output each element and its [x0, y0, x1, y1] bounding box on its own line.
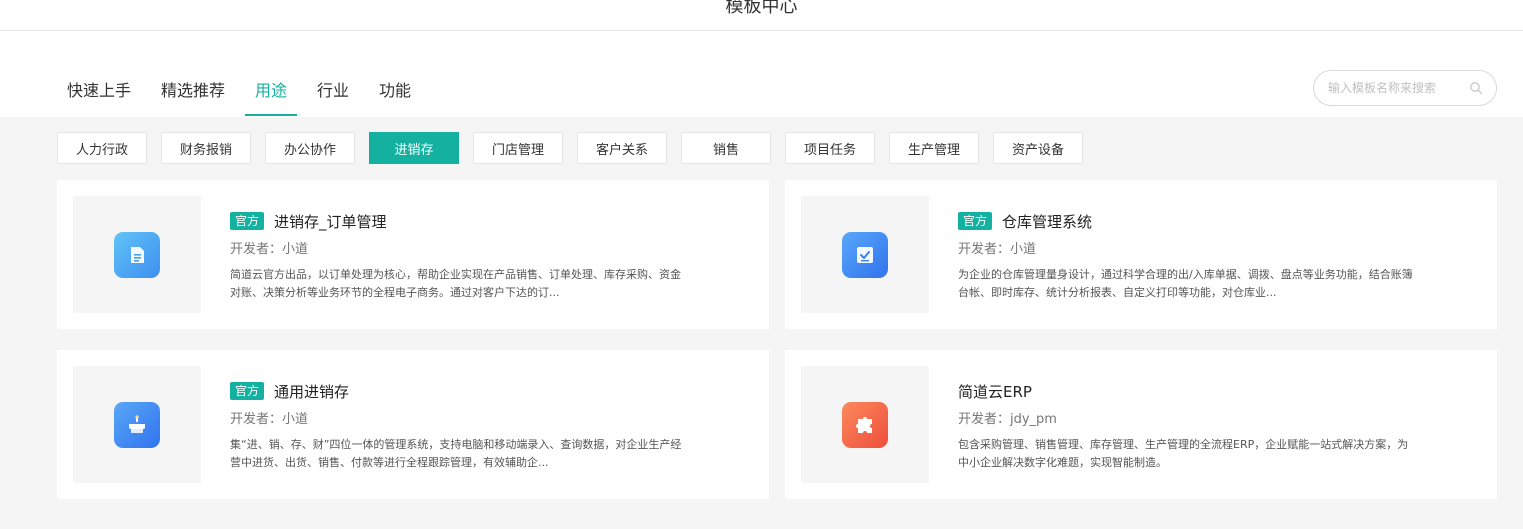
category-sales[interactable]: 销售: [681, 132, 771, 164]
official-badge: 官方: [958, 212, 993, 230]
template-thumbnail: [801, 196, 929, 313]
search-input[interactable]: [1328, 79, 1468, 97]
document-icon: [114, 232, 160, 278]
tab-function[interactable]: 功能: [379, 77, 411, 101]
template-name: 通用进销存: [274, 383, 350, 401]
page-title: 模板中心: [725, 0, 798, 17]
category-production[interactable]: 生产管理: [889, 132, 979, 164]
template-developer: 开发者：小道: [230, 412, 309, 427]
tab-quick-start[interactable]: 快速上手: [67, 77, 131, 101]
cake-icon: [114, 402, 160, 448]
top-header: 模板中心: [0, 0, 1523, 31]
template-name: 进销存_订单管理: [274, 213, 387, 231]
official-badge: 官方: [230, 382, 265, 400]
template-content: 人力行政 财务报销 办公协作 进销存 门店管理 客户关系 销售 项目任务 生产管…: [0, 117, 1523, 529]
template-description: 包含采购管理、销售管理、库存管理、生产管理的全流程ERP，企业赋能一站式解决方案…: [958, 438, 1409, 469]
template-thumbnail: [73, 196, 201, 313]
category-assets[interactable]: 资产设备: [993, 132, 1083, 164]
category-office[interactable]: 办公协作: [265, 132, 355, 164]
template-name: 简道云ERP: [958, 383, 1032, 401]
category-inventory[interactable]: 进销存: [369, 132, 459, 164]
category-finance[interactable]: 财务报销: [161, 132, 251, 164]
template-developer: 开发者：jdy_pm: [958, 412, 1057, 427]
template-description: 为企业的仓库管理量身设计，通过科学合理的出/入库单据、调拨、盘点等业务功能，结合…: [958, 268, 1413, 299]
template-card[interactable]: 官方 进销存_订单管理 开发者：小道 简道云官方出品，以订单处理为核心，帮助企业…: [57, 180, 769, 329]
tab-bar: 快速上手 精选推荐 用途 行业 功能: [0, 31, 1523, 117]
search-icon[interactable]: [1469, 81, 1483, 95]
tab-featured[interactable]: 精选推荐: [161, 77, 225, 101]
official-badge: 官方: [230, 212, 265, 230]
template-developer: 开发者：小道: [230, 242, 309, 257]
template-search[interactable]: [1313, 70, 1497, 106]
category-store[interactable]: 门店管理: [473, 132, 563, 164]
template-thumbnail: [801, 366, 929, 483]
template-card[interactable]: 简道云ERP 开发者：jdy_pm 包含采购管理、销售管理、库存管理、生产管理的…: [785, 350, 1497, 499]
category-crm[interactable]: 客户关系: [577, 132, 667, 164]
category-hr-admin[interactable]: 人力行政: [57, 132, 147, 164]
template-thumbnail: [73, 366, 201, 483]
template-description: 集“进、销、存、财”四位一体的管理系统，支持电脑和移动端录入、查询数据，对企业生…: [230, 438, 682, 469]
template-card[interactable]: 官方 通用进销存 开发者：小道 集“进、销、存、财”四位一体的管理系统，支持电脑…: [57, 350, 769, 499]
tab-purpose[interactable]: 用途: [255, 77, 287, 101]
checklist-icon: [842, 232, 888, 278]
template-name: 仓库管理系统: [1002, 213, 1093, 231]
template-description: 简道云官方出品，以订单处理为核心，帮助企业实现在产品销售、订单处理、库存采购、资…: [230, 268, 681, 299]
template-card[interactable]: 官方 仓库管理系统 开发者：小道 为企业的仓库管理量身设计，通过科学合理的出/入…: [785, 180, 1497, 329]
category-project[interactable]: 项目任务: [785, 132, 875, 164]
active-tab-indicator: [245, 114, 297, 116]
puzzle-icon: [842, 402, 888, 448]
tab-industry[interactable]: 行业: [317, 77, 349, 101]
template-developer: 开发者：小道: [958, 242, 1037, 257]
